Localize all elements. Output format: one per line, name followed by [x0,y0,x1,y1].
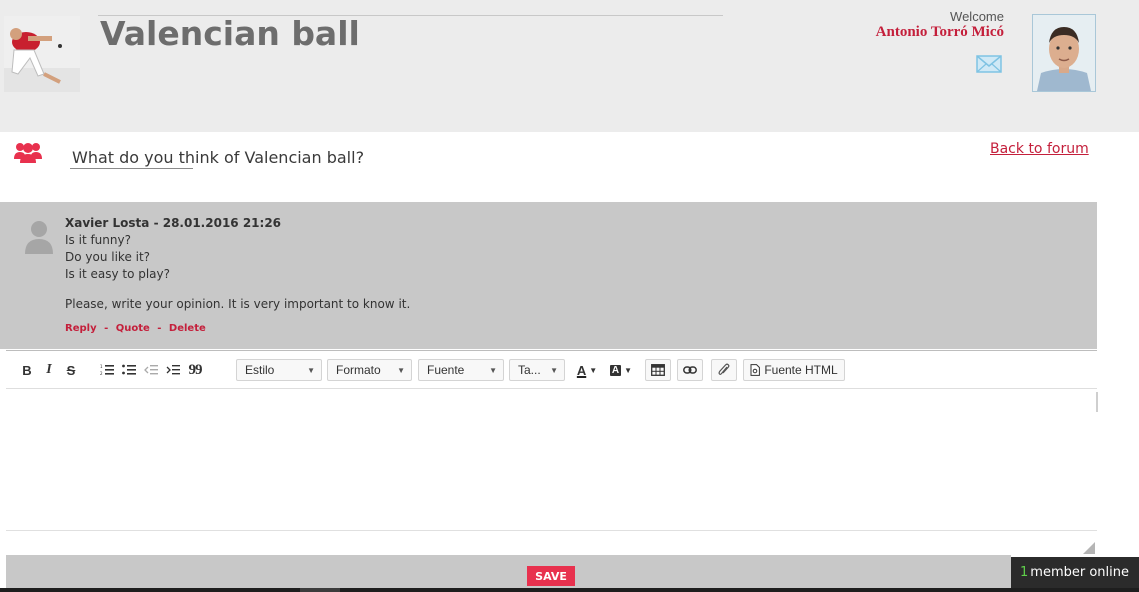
indent-icon[interactable] [164,359,182,381]
editor-status-bar [6,530,1097,555]
chevron-down-icon: ▼ [550,365,558,375]
welcome-label: Welcome [950,9,1004,24]
user-name[interactable]: Antonio Torró Micó [820,24,1004,41]
chevron-down-icon: ▼ [624,365,633,375]
save-button[interactable]: SAVE [527,566,575,586]
background-color-button[interactable]: A ▼ [607,359,635,381]
ordered-list-icon[interactable]: 12 [98,359,116,381]
action-separator: - [104,323,109,334]
format-dropdown[interactable]: Formato ▼ [327,359,412,381]
user-silhouette-icon [23,218,55,254]
topic-bar [0,132,1097,202]
source-html-label: Fuente HTML [764,363,838,377]
bulleted-list-icon[interactable] [120,359,138,381]
text-color-label: A [576,362,587,378]
text-color-button[interactable]: A ▼ [572,359,602,381]
members-online-widget[interactable]: 1 member online [1011,557,1139,588]
chevron-down-icon: ▼ [589,365,598,375]
editor-toolbar: B I S 12 99 Estilo ▼ Formato ▼ Fuente ▼ Ta.… [6,351,1097,389]
post-author-date: Xavier Losta - 28.01.2016 21:26 [65,216,282,230]
background-color-label: A [609,364,622,376]
editor-content-area[interactable] [6,390,1097,530]
size-dropdown-label: Ta... [518,363,541,377]
strikethrough-button[interactable]: S [62,359,80,381]
post-actions: Reply - Quote - Delete [65,323,206,334]
post-line: Do you like it? [65,250,151,264]
strip-segment [300,588,340,592]
quote-link[interactable]: Quote [116,323,150,334]
outdent-icon[interactable] [142,359,160,381]
resize-handle-icon[interactable] [1083,539,1095,554]
table-icon[interactable] [645,359,671,381]
topic-title: What do you think of Valencian ball? [72,148,365,167]
reply-link[interactable]: Reply [65,323,97,334]
document-icon [750,364,761,376]
blockquote-button[interactable]: 99 [186,359,204,381]
font-dropdown-label: Fuente [427,363,465,377]
online-count: 1 [1020,565,1029,580]
delete-link[interactable]: Delete [169,323,206,334]
style-dropdown-label: Estilo [245,363,275,377]
bold-button[interactable]: B [18,359,36,381]
envelope-icon[interactable] [976,55,1002,73]
user-avatar[interactable] [1032,14,1096,92]
paperclip-icon[interactable] [711,359,737,381]
action-separator: - [157,323,162,334]
size-dropdown[interactable]: Ta... ▼ [509,359,565,381]
topic-title-underline [70,168,193,169]
post-line: Is it easy to play? [65,267,170,281]
back-to-forum-link[interactable]: Back to forum [990,141,1089,157]
style-dropdown[interactable]: Estilo ▼ [236,359,322,381]
format-dropdown-label: Formato [336,363,381,377]
post-paragraph: Please, write your opinion. It is very i… [65,297,411,311]
italic-button[interactable]: I [40,359,58,381]
editor-scrollbar[interactable] [1096,392,1098,412]
post-line: Is it funny? [65,233,131,247]
online-label: member online [1030,565,1129,580]
chevron-down-icon: ▼ [489,365,497,375]
editor-footer [6,555,1011,588]
group-icon [13,141,43,163]
site-logo[interactable] [4,16,80,92]
svg-text:1: 1 [100,364,103,369]
link-icon[interactable] [677,359,703,381]
font-dropdown[interactable]: Fuente ▼ [418,359,504,381]
bottom-strip [0,588,1139,592]
page-title: Valencian ball [100,14,360,53]
chevron-down-icon: ▼ [307,365,315,375]
source-html-button[interactable]: Fuente HTML [743,359,845,381]
svg-text:2: 2 [100,371,103,376]
chevron-down-icon: ▼ [397,365,405,375]
